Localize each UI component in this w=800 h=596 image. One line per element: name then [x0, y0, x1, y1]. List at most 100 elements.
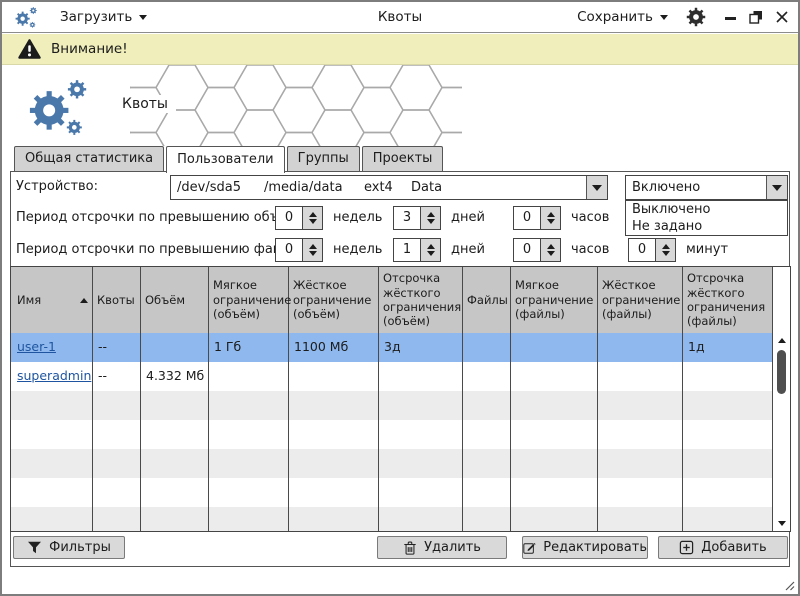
files-days-spinner[interactable]: 1	[393, 238, 441, 262]
content-panel: Устройство: /dev/sda5 /media/data ext4 D…	[10, 171, 790, 567]
scroll-thumb[interactable]	[777, 350, 786, 394]
spin-down-icon	[662, 251, 670, 256]
cell: --	[93, 362, 141, 391]
scroll-down-button[interactable]	[778, 516, 786, 531]
spinner-value[interactable]: 0	[275, 238, 303, 262]
resize-grip[interactable]	[783, 579, 795, 591]
weeks-unit-label: недель	[333, 210, 382, 225]
spin-up-icon	[309, 244, 317, 249]
device-combo-arrow-button[interactable]	[586, 176, 607, 199]
spinner-value[interactable]: 3	[393, 206, 421, 230]
chevron-down-icon	[592, 185, 602, 191]
empty-row	[11, 478, 773, 507]
add-label: Добавить	[701, 540, 766, 555]
quota-state-arrow-button[interactable]	[766, 176, 787, 199]
quota-table: Имя Квоты Объём Мягкое ограничение (объё…	[10, 266, 791, 532]
scroll-up-button[interactable]	[778, 333, 786, 348]
spin-up-icon	[547, 244, 555, 249]
column-header-volume[interactable]: Объём	[141, 267, 209, 333]
column-header-soft-volume[interactable]: Мягкое ограничение (объём)	[209, 267, 289, 333]
column-header-grace-files[interactable]: Отсрочка жёсткого ограничения (файлы)	[683, 267, 773, 333]
edit-label: Редактировать	[543, 540, 647, 555]
quota-state-value: Включено	[632, 176, 700, 199]
volume-days-spinner[interactable]: 3	[393, 206, 441, 230]
quota-state-combobox[interactable]: Включено	[625, 175, 788, 200]
spinner-arrows[interactable]	[421, 238, 441, 262]
cell-name: user-1	[11, 333, 93, 362]
cell	[683, 362, 773, 391]
cell	[463, 362, 511, 391]
grace-files-label: Период отсрочки по превышению файлов:	[16, 242, 310, 257]
files-weeks-spinner[interactable]: 0	[275, 238, 323, 262]
cell: 3д	[379, 333, 463, 362]
spinner-arrows[interactable]	[303, 238, 323, 262]
column-header-soft-files[interactable]: Мягкое ограничение (файлы)	[511, 267, 598, 333]
tab-general-stats[interactable]: Общая статистика	[14, 146, 164, 171]
spinner-value[interactable]: 0	[628, 238, 656, 262]
spin-up-icon	[427, 244, 435, 249]
scroll-up-icon	[778, 338, 786, 343]
cell: 1д	[683, 333, 773, 362]
title-bar: Загрузить Квоты Сохранить	[2, 2, 798, 33]
spin-down-icon	[547, 219, 555, 224]
add-button[interactable]: Добавить	[658, 536, 788, 559]
device-path: /dev/sda5	[177, 176, 241, 199]
files-hours-spinner[interactable]: 0	[513, 238, 561, 262]
tab-groups[interactable]: Группы	[287, 146, 360, 171]
column-header-name[interactable]: Имя	[11, 267, 93, 333]
spin-up-icon	[427, 212, 435, 217]
cell: --	[93, 333, 141, 362]
spinner-arrows[interactable]	[541, 206, 561, 230]
app-title: Квоты	[114, 95, 176, 113]
volume-hours-spinner[interactable]: 0	[513, 206, 561, 230]
user-link[interactable]: user-1	[17, 339, 56, 354]
spinner-arrows[interactable]	[303, 206, 323, 230]
cell	[209, 362, 289, 391]
cell	[511, 362, 598, 391]
plus-icon	[679, 540, 694, 555]
warning-icon	[18, 39, 41, 60]
dropdown-option-off[interactable]: Выключено	[626, 201, 787, 218]
dropdown-option-unset[interactable]: Не задано	[626, 218, 787, 235]
table-header: Имя Квоты Объём Мягкое ограничение (объё…	[11, 267, 773, 333]
app-header: Квоты	[2, 65, 798, 146]
spinner-arrows[interactable]	[656, 238, 676, 262]
banner-text: Внимание!	[51, 41, 128, 57]
user-link[interactable]: superadmin	[17, 368, 91, 383]
status-bar	[2, 568, 798, 594]
table-row[interactable]: superadmin -- 4.332 Мб	[11, 362, 773, 391]
tab-projects[interactable]: Проекты	[362, 146, 444, 171]
sort-asc-icon	[80, 298, 88, 303]
column-header-quotas[interactable]: Квоты	[93, 267, 141, 333]
app-window: Загрузить Квоты Сохранить	[0, 0, 800, 596]
column-header-hard-volume[interactable]: Жёсткое ограничение (объём)	[289, 267, 379, 333]
tab-users[interactable]: Пользователи	[166, 146, 285, 173]
table-row[interactable]: user-1 -- 1 Гб 1100 Мб 3д 1д	[11, 333, 773, 362]
edit-icon	[523, 540, 536, 555]
days-unit-label: дней	[451, 210, 485, 225]
column-header-hard-files[interactable]: Жёсткое ограничение (файлы)	[598, 267, 683, 333]
column-header-files[interactable]: Файлы	[463, 267, 511, 333]
vertical-scrollbar[interactable]	[773, 333, 790, 531]
spinner-arrows[interactable]	[421, 206, 441, 230]
edit-button[interactable]: Редактировать	[522, 536, 648, 559]
volume-weeks-spinner[interactable]: 0	[275, 206, 323, 230]
files-minutes-spinner[interactable]: 0	[628, 238, 676, 262]
window-title: Квоты	[2, 9, 798, 25]
table-grid: Имя Квоты Объём Мягкое ограничение (объё…	[11, 267, 773, 531]
empty-row	[11, 391, 773, 420]
cell: 4.332 Мб	[141, 362, 209, 391]
spinner-value[interactable]: 1	[393, 238, 421, 262]
spinner-arrows[interactable]	[541, 238, 561, 262]
warning-banner: Внимание!	[2, 34, 798, 65]
spinner-value[interactable]: 0	[275, 206, 303, 230]
spinner-value[interactable]: 0	[513, 238, 541, 262]
spinner-value[interactable]: 0	[513, 206, 541, 230]
delete-button[interactable]: Удалить	[377, 536, 507, 559]
delete-label: Удалить	[424, 540, 481, 555]
column-header-grace-volume[interactable]: Отсрочка жёсткого ограничения (объём)	[379, 267, 463, 333]
device-combobox[interactable]: /dev/sda5 /media/data ext4 Data	[170, 175, 608, 200]
filters-button[interactable]: Фильтры	[13, 536, 125, 559]
gears-logo-icon	[24, 73, 92, 141]
spin-up-icon	[309, 212, 317, 217]
